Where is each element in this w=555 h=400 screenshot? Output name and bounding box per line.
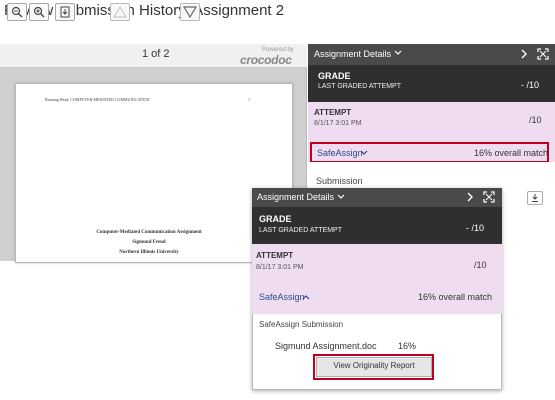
- assignment-details-title[interactable]: Assignment Details: [314, 49, 391, 59]
- doc-institution-line: Northern Illinois University: [119, 250, 179, 255]
- popup-attempt-score: /10: [474, 260, 487, 270]
- popup-safeassign-toggle[interactable]: SafeAssign: [259, 292, 305, 302]
- zoom-in-button[interactable]: [29, 3, 49, 21]
- grade-value: - /10: [521, 80, 540, 90]
- download-icon: [532, 194, 538, 202]
- chevron-up-icon: [302, 295, 310, 300]
- running-head: Running Head: COMPUTER-MEDIATED COMMUNIC…: [45, 97, 150, 102]
- view-originality-report-button[interactable]: View Originality Report: [316, 357, 432, 377]
- popup-header-title[interactable]: Assignment Details: [257, 192, 334, 202]
- chevron-right-icon[interactable]: [520, 48, 528, 60]
- attempt-date: 8/1/17 3:01 PM: [314, 120, 362, 127]
- triangle-down-icon: [182, 6, 198, 19]
- attempt-label: ATTEMPT: [314, 108, 352, 117]
- grade-sublabel: LAST GRADED ATTEMPT: [318, 83, 401, 90]
- attempt-score: /10: [529, 115, 542, 125]
- popup-grade-section: [252, 207, 502, 244]
- popup-grade-sublabel: LAST GRADED ATTEMPT: [259, 227, 342, 234]
- download-submission-button[interactable]: [527, 191, 543, 205]
- doc-title-line: Computer-Mediated Communication Assignme…: [96, 230, 202, 235]
- chevron-down-icon: [360, 150, 368, 155]
- crocodoc-logo: crocodoc: [240, 53, 292, 67]
- next-page-button[interactable]: [180, 3, 200, 21]
- download-icon: [60, 6, 70, 18]
- triangle-up-icon: [112, 5, 128, 18]
- submission-file-name[interactable]: Sigmund Assignment.doc: [275, 341, 377, 351]
- chevron-down-icon: [394, 50, 402, 55]
- expand-icon[interactable]: [483, 191, 495, 203]
- doc-author-line: Sigmund Freud: [132, 240, 166, 245]
- popup-attempt-date: 8/1/17 3:01 PM: [256, 264, 304, 271]
- popup-overall-match: 16% overall match: [418, 292, 493, 302]
- expand-icon[interactable]: [537, 48, 549, 60]
- popup-attempt-label: ATTEMPT: [256, 251, 294, 260]
- page-counter: 1 of 2: [142, 48, 170, 60]
- safeassign-submission-label: SafeAssign Submission: [259, 320, 344, 329]
- zoom-out-button[interactable]: [7, 3, 27, 21]
- chevron-right-icon[interactable]: [466, 191, 474, 203]
- chevron-down-icon: [337, 194, 345, 199]
- overall-match: 16% overall match: [474, 148, 549, 158]
- download-document-button[interactable]: [55, 3, 75, 21]
- popup-grade-label: GRADE: [259, 214, 292, 224]
- submission-label: Submission: [316, 176, 363, 186]
- safeassign-toggle[interactable]: SafeAssign: [317, 148, 363, 158]
- zoom-out-icon: [11, 6, 23, 18]
- submission-file-match: 16%: [398, 341, 417, 351]
- popup-grade-value: - /10: [466, 223, 485, 233]
- previous-page-button[interactable]: [110, 3, 130, 21]
- doc-page-number: 1: [248, 97, 250, 102]
- grade-label: GRADE: [318, 71, 351, 81]
- zoom-in-icon: [33, 6, 45, 18]
